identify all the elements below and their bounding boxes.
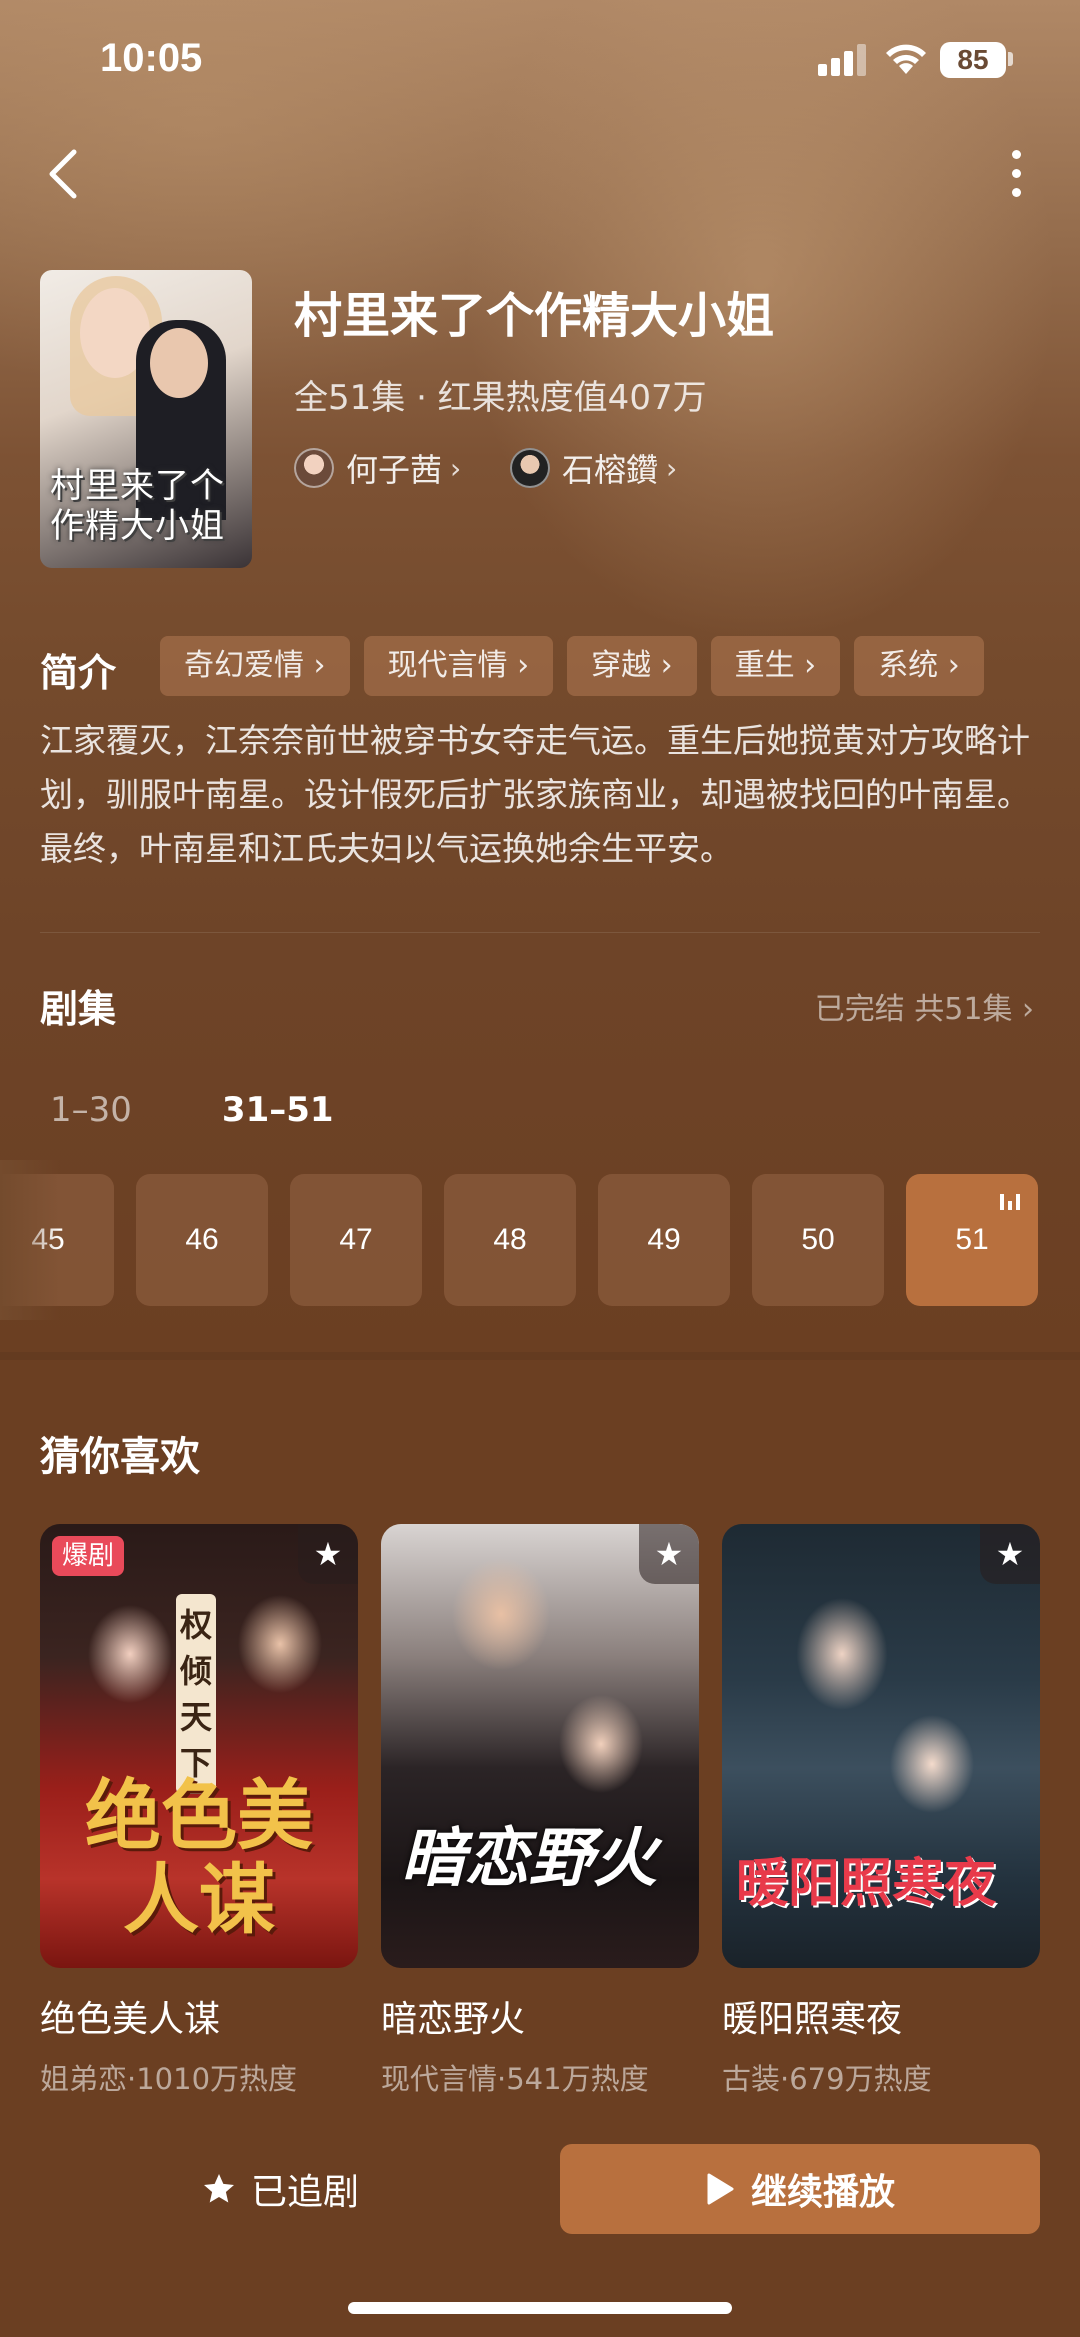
recommendation-poster: 爆剧 ★ 权倾天下 绝色美人谋 <box>40 1524 358 1968</box>
synopsis-text: 江家覆灭，江奈奈前世被穿书女夺走气运。重生后她搅黄对方攻略计划，驯服叶南星。设计… <box>40 721 1030 868</box>
recommendations-label: 猜你喜欢 <box>40 1434 200 1480</box>
episode-button-current[interactable]: 51 <box>906 1174 1038 1306</box>
recommendation-subtitle: 姐弟恋·1010万热度 <box>40 2062 298 2096</box>
poster-title: 绝色美人谋 <box>85 1771 313 1944</box>
battery-nub <box>1008 52 1013 66</box>
genre-tag[interactable]: 重生 › <box>710 636 841 696</box>
recommendation-card[interactable]: 爆剧 ★ 权倾天下 绝色美人谋 绝色美人谋 姐弟恋·1010万热度 <box>40 1524 358 2098</box>
battery-indicator: 85 <box>940 42 1006 78</box>
episodes-label: 剧集 <box>40 987 117 1031</box>
chevron-right-icon: › <box>666 451 678 485</box>
recommendation-subtitle: 现代言情·541万热度 <box>381 2062 649 2096</box>
genre-tags: 奇幻爱情 › 现代言情 › 穿越 › 重生 › 系统 › <box>160 636 984 696</box>
status-time: 10:05 <box>100 36 203 80</box>
genre-tag[interactable]: 系统 › <box>854 636 984 696</box>
cast-member[interactable]: 石榕鑽 › <box>510 444 677 492</box>
hot-badge: 爆剧 <box>52 1536 125 1576</box>
tab-range-1-30[interactable]: 1–30 <box>50 1090 132 1130</box>
synopsis-label: 简介 <box>40 651 117 695</box>
star-icon[interactable]: ★ <box>298 1524 358 1584</box>
wifi-icon <box>886 44 926 74</box>
genre-tag[interactable]: 奇幻爱情 › <box>160 636 350 696</box>
status-bar: 10:05 85 <box>0 0 1080 120</box>
episode-button[interactable]: 49 <box>598 1174 730 1306</box>
genre-tag[interactable]: 现代言情 › <box>363 636 554 696</box>
follow-label: 已追剧 <box>250 2172 359 2213</box>
recommendation-subtitle: 古装·679万热度 <box>722 2062 932 2096</box>
genre-tag[interactable]: 穿越 › <box>567 636 697 696</box>
recommendation-card[interactable]: ★ 暗恋野火 暗恋野火 现代言情·541万热度 <box>381 1524 699 2098</box>
play-icon <box>707 2173 734 2205</box>
star-icon <box>203 2174 234 2203</box>
episode-range-tabs: 1–30 31–51 <box>50 1090 334 1130</box>
follow-button[interactable]: 已追剧 <box>40 2144 520 2234</box>
divider <box>40 932 1040 933</box>
episode-list: 45 46 47 48 49 50 51 <box>0 1174 1080 1306</box>
episode-button[interactable]: 48 <box>444 1174 576 1306</box>
more-options-icon[interactable] <box>1012 150 1042 206</box>
continue-play-label: 继续播放 <box>750 2172 895 2213</box>
recommendation-poster: ★ 暖阳照寒夜 <box>722 1524 1040 1968</box>
back-icon[interactable] <box>44 146 84 202</box>
poster-title: 暖阳照寒夜 <box>736 1853 997 1914</box>
now-playing-icon <box>1000 1192 1020 1210</box>
recommendation-card[interactable]: ★ 暖阳照寒夜 暖阳照寒夜 古装·679万热度 <box>722 1524 1040 2098</box>
recommendation-title: 绝色美人谋 <box>40 1999 221 2040</box>
avatar <box>294 448 334 488</box>
episode-button[interactable]: 50 <box>752 1174 884 1306</box>
star-icon[interactable]: ★ <box>980 1524 1040 1584</box>
poster-title: 暗恋野火 <box>401 1821 657 1896</box>
cover-title-text: 村里来了个作精大小姐 <box>50 466 225 546</box>
cellular-signal-icon <box>818 44 866 76</box>
poster-subtitle: 权倾天下 <box>176 1594 216 1794</box>
recommendation-title: 暖阳照寒夜 <box>722 1999 903 2040</box>
recommendation-title: 暗恋野火 <box>381 1999 526 2040</box>
show-cover-image: 村里来了个作精大小姐 <box>40 270 252 568</box>
cast-member[interactable]: 何子茜 › <box>294 444 461 492</box>
scroll-fade <box>0 1160 60 1320</box>
cast-name: 石榕鑽 <box>562 451 659 489</box>
tab-range-31-51[interactable]: 31–51 <box>222 1090 334 1130</box>
avatar <box>510 448 550 488</box>
chevron-right-icon: › <box>450 451 462 485</box>
episode-button[interactable]: 46 <box>136 1174 268 1306</box>
show-meta: 全51集 · 红果热度值407万 <box>294 378 707 418</box>
home-indicator <box>348 2302 732 2314</box>
cast-name: 何子茜 <box>346 451 443 489</box>
episodes-status-link[interactable]: 已完结 共51集 › <box>815 984 1034 1028</box>
recommendation-poster: ★ 暗恋野火 <box>381 1524 699 1968</box>
continue-play-button[interactable]: 继续播放 <box>560 2144 1040 2234</box>
star-icon[interactable]: ★ <box>639 1524 699 1584</box>
show-title: 村里来了个作精大小姐 <box>294 288 775 344</box>
episode-button[interactable]: 47 <box>290 1174 422 1306</box>
section-separator <box>0 1352 1080 1360</box>
